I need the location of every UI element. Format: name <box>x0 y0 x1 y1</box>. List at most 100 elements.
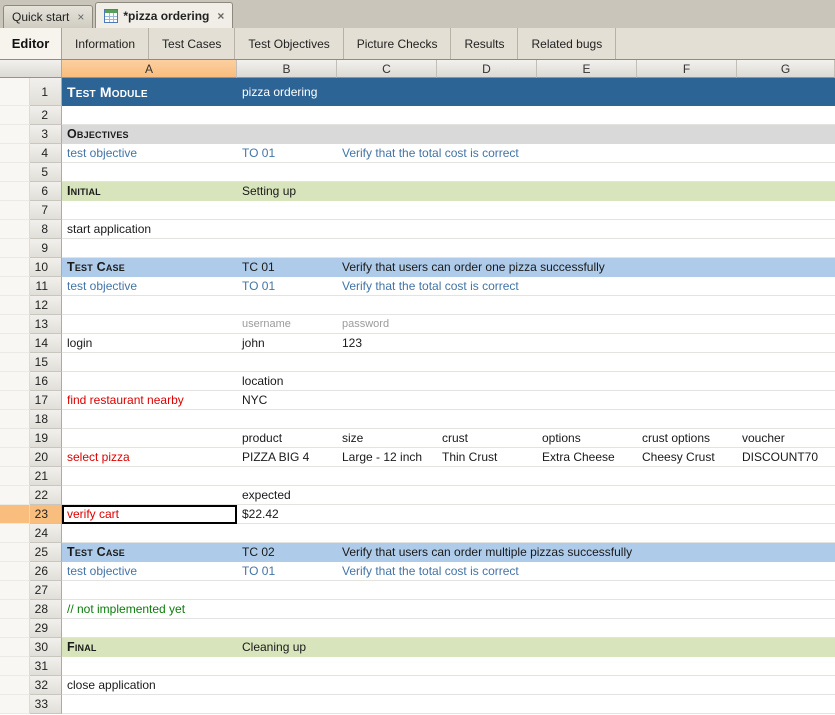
row-header-16[interactable]: 16 <box>30 372 62 391</box>
cell-b18[interactable] <box>237 410 337 429</box>
cell-f5[interactable] <box>637 163 737 182</box>
cell-f19[interactable]: crust options <box>637 429 737 448</box>
cell-e25[interactable] <box>537 543 637 562</box>
cell-b24[interactable] <box>237 524 337 543</box>
cell-g26[interactable] <box>737 562 835 581</box>
cell-b27[interactable] <box>237 581 337 600</box>
cell-g21[interactable] <box>737 467 835 486</box>
grid-corner[interactable] <box>0 60 62 78</box>
cell-e1[interactable] <box>537 78 637 106</box>
cell-c26[interactable]: Verify that the total cost is correct <box>337 562 437 581</box>
column-header-e[interactable]: E <box>537 60 637 78</box>
cell-f3[interactable] <box>637 125 737 144</box>
cell-f12[interactable] <box>637 296 737 315</box>
cell-b22[interactable]: expected <box>237 486 337 505</box>
cell-a15[interactable] <box>62 353 237 372</box>
cell-c15[interactable] <box>337 353 437 372</box>
cell-c6[interactable] <box>337 182 437 201</box>
cell-e8[interactable] <box>537 220 637 239</box>
tab-picture-checks[interactable]: Picture Checks <box>344 28 452 59</box>
cell-d14[interactable] <box>437 334 537 353</box>
cell-a16[interactable] <box>62 372 237 391</box>
cell-f30[interactable] <box>637 638 737 657</box>
cell-c19[interactable]: size <box>337 429 437 448</box>
row-header-12[interactable]: 12 <box>30 296 62 315</box>
cell-d13[interactable] <box>437 315 537 334</box>
cell-g20[interactable]: DISCOUNT70 <box>737 448 835 467</box>
cell-b5[interactable] <box>237 163 337 182</box>
cell-a10[interactable]: Test Case <box>62 258 237 277</box>
tab-test-objectives[interactable]: Test Objectives <box>235 28 343 59</box>
cell-d18[interactable] <box>437 410 537 429</box>
row-header-33[interactable]: 33 <box>30 695 62 714</box>
cell-e3[interactable] <box>537 125 637 144</box>
cell-e24[interactable] <box>537 524 637 543</box>
column-header-b[interactable]: B <box>237 60 337 78</box>
cell-d15[interactable] <box>437 353 537 372</box>
cell-g22[interactable] <box>737 486 835 505</box>
cell-f2[interactable] <box>637 106 737 125</box>
cell-a23[interactable]: verify cart <box>62 505 237 524</box>
cell-g15[interactable] <box>737 353 835 372</box>
cell-a17[interactable]: find restaurant nearby <box>62 391 237 410</box>
cell-b13[interactable]: username <box>237 315 337 334</box>
cell-e6[interactable] <box>537 182 637 201</box>
cell-g12[interactable] <box>737 296 835 315</box>
column-header-a[interactable]: A <box>62 60 237 78</box>
cell-d17[interactable] <box>437 391 537 410</box>
row-header-27[interactable]: 27 <box>30 581 62 600</box>
cell-g24[interactable] <box>737 524 835 543</box>
cell-f17[interactable] <box>637 391 737 410</box>
cell-c2[interactable] <box>337 106 437 125</box>
row-header-1[interactable]: 1 <box>30 78 62 106</box>
cell-c10[interactable]: Verify that users can order one pizza su… <box>337 258 437 277</box>
cell-e21[interactable] <box>537 467 637 486</box>
cell-a29[interactable] <box>62 619 237 638</box>
cell-e2[interactable] <box>537 106 637 125</box>
cell-f26[interactable] <box>637 562 737 581</box>
cell-g18[interactable] <box>737 410 835 429</box>
cell-e14[interactable] <box>537 334 637 353</box>
cell-a11[interactable]: test objective <box>62 277 237 296</box>
cell-c20[interactable]: Large - 12 inch <box>337 448 437 467</box>
cell-a12[interactable] <box>62 296 237 315</box>
cell-d1[interactable] <box>437 78 537 106</box>
cell-c22[interactable] <box>337 486 437 505</box>
cell-g30[interactable] <box>737 638 835 657</box>
cell-d2[interactable] <box>437 106 537 125</box>
cell-a18[interactable] <box>62 410 237 429</box>
cell-c8[interactable] <box>337 220 437 239</box>
cell-b4[interactable]: TO 01 <box>237 144 337 163</box>
cell-b23[interactable]: $22.42 <box>237 505 337 524</box>
cell-d22[interactable] <box>437 486 537 505</box>
cell-b7[interactable] <box>237 201 337 220</box>
cell-e33[interactable] <box>537 695 637 714</box>
cell-a19[interactable] <box>62 429 237 448</box>
cell-d31[interactable] <box>437 657 537 676</box>
tab-information[interactable]: Information <box>62 28 149 59</box>
cell-a32[interactable]: close application <box>62 676 237 695</box>
cell-d20[interactable]: Thin Crust <box>437 448 537 467</box>
cell-g2[interactable] <box>737 106 835 125</box>
cell-d3[interactable] <box>437 125 537 144</box>
cell-c25[interactable]: Verify that users can order multiple piz… <box>337 543 437 562</box>
cell-d8[interactable] <box>437 220 537 239</box>
cell-a26[interactable]: test objective <box>62 562 237 581</box>
cell-d33[interactable] <box>437 695 537 714</box>
cell-f28[interactable] <box>637 600 737 619</box>
cell-g17[interactable] <box>737 391 835 410</box>
row-header-7[interactable]: 7 <box>30 201 62 220</box>
cell-c31[interactable] <box>337 657 437 676</box>
cell-a27[interactable] <box>62 581 237 600</box>
cell-e23[interactable] <box>537 505 637 524</box>
row-header-6[interactable]: 6 <box>30 182 62 201</box>
cell-d23[interactable] <box>437 505 537 524</box>
cell-d16[interactable] <box>437 372 537 391</box>
cell-c23[interactable] <box>337 505 437 524</box>
cell-e4[interactable] <box>537 144 637 163</box>
cell-e5[interactable] <box>537 163 637 182</box>
cell-g10[interactable] <box>737 258 835 277</box>
close-icon[interactable]: × <box>217 10 224 22</box>
cell-g6[interactable] <box>737 182 835 201</box>
cell-c13[interactable]: password <box>337 315 437 334</box>
